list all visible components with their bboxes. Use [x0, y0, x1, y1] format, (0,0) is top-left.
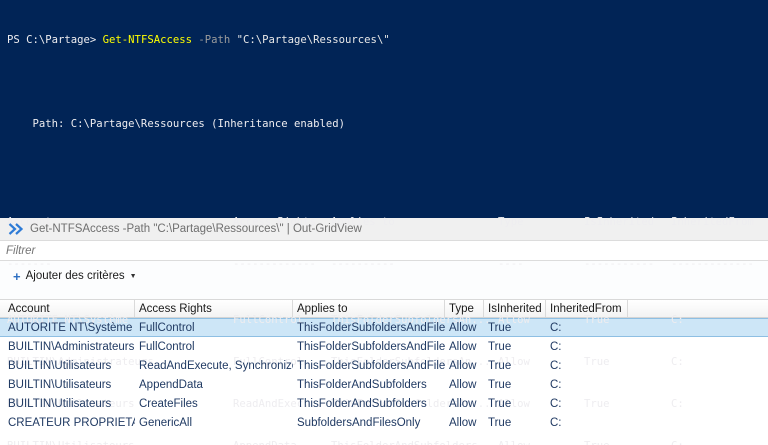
filter-bar	[0, 240, 768, 261]
grid-cell: BUILTIN\Utilisateurs	[8, 397, 112, 410]
grid-cell: Allow	[449, 340, 477, 353]
console-cell: C:	[671, 398, 684, 410]
powershell-console[interactable]: PS C:\Partage> Get-NTFSAccess -Path "C:\…	[0, 0, 768, 445]
console-header-cell: InheritedFrom	[671, 216, 754, 228]
grid-cell: BUILTIN\Utilisateurs	[8, 359, 112, 372]
cmdlet-name: Get-NTFSAccess	[102, 34, 199, 46]
grid-cell: AppendData	[139, 378, 203, 391]
console-cell: True	[584, 439, 671, 445]
console-cell: AppendData	[233, 439, 331, 445]
console-cell: BUILTIN\Utilisateurs	[7, 439, 233, 445]
grid-cell: SubfoldersAndFilesOnly	[297, 416, 421, 429]
console-cell: ThisFolderAndSubfolders	[331, 439, 498, 445]
grid-cell: AUTORITE NT\Système	[8, 321, 133, 334]
grid-cell: C:	[550, 340, 562, 353]
plus-icon: +	[13, 268, 21, 284]
console-path-info: Path: C:\Partage\Ressources (Inheritance…	[7, 118, 346, 130]
prompt: PS C:\Partage>	[7, 34, 103, 46]
grid-cell: Allow	[449, 416, 477, 429]
grid-cell: C:	[550, 416, 562, 429]
grid-cell: Allow	[449, 359, 477, 372]
column-header-isinherited[interactable]: IsInherited	[484, 300, 546, 317]
powershell-gridview-icon	[8, 223, 23, 235]
column-header-inheritedfrom[interactable]: InheritedFrom	[546, 300, 628, 317]
grid-cell: C:	[550, 321, 562, 334]
grid-cell: BUILTIN\Administrateurs	[8, 340, 135, 353]
grid-cell: True	[488, 359, 512, 372]
grid-cell: Allow	[449, 397, 477, 410]
cmdlet-argument: "C:\Partage\Ressources\"	[236, 34, 390, 46]
grid-cell: ReadAndExecute, Synchronize	[139, 359, 293, 372]
column-header-account[interactable]: Account	[0, 300, 135, 317]
column-header-type[interactable]: Type	[445, 300, 484, 317]
grid-row[interactable]: BUILTIN\Utilisateurs AppendData ThisFold…	[0, 375, 768, 394]
chevron-down-icon: ▼	[129, 272, 137, 280]
grid-cell: C:	[550, 359, 562, 372]
grid-cell: True	[488, 416, 512, 429]
grid-cell: True	[488, 378, 512, 391]
window-title: Get-NTFSAccess -Path "C:\Partage\Ressour…	[30, 223, 362, 235]
column-header-filler	[628, 300, 768, 317]
grid-cell: FullControl	[139, 340, 195, 353]
grid-cell: Allow	[449, 321, 477, 334]
grid-row[interactable]: BUILTIN\Administrateurs FullControl This…	[0, 337, 768, 356]
grid-cell: ThisFolderAndSubfolders	[297, 397, 427, 410]
console-table-row: BUILTIN\Utilisateurs AppendData ThisFold…	[7, 439, 768, 445]
grid-cell: Allow	[449, 378, 477, 391]
grid-cell: True	[488, 340, 512, 353]
console-command-line: PS C:\Partage> Get-NTFSAccess -Path "C:\…	[7, 33, 768, 47]
add-criteria-label: Ajouter des critères	[25, 270, 125, 282]
console-cell: C:	[671, 356, 684, 368]
console-cell: Allow	[498, 439, 584, 445]
grid-cell: True	[488, 397, 512, 410]
grid-cell: ThisFolderSubfoldersAndFiles	[297, 359, 445, 372]
grid-cell: FullControl	[139, 321, 195, 334]
grid-header-row: Account Access Rights Applies to Type Is…	[0, 300, 768, 318]
grid-cell: ThisFolderSubfoldersAndFiles	[297, 340, 445, 353]
grid-cell: CREATEUR PROPRIETAIRE	[8, 416, 135, 429]
grid-cell: CreateFiles	[139, 397, 198, 410]
cmdlet-parameter: -Path	[198, 34, 237, 46]
grid-cell: C:	[550, 378, 562, 391]
grid-cell: True	[488, 321, 512, 334]
console-header-cell: IsInherited	[584, 216, 655, 228]
grid-cell: BUILTIN\Utilisateurs	[8, 378, 112, 391]
add-criteria-button[interactable]: + Ajouter des critères ▼	[6, 267, 144, 285]
grid-cell: ThisFolderSubfoldersAndFiles	[297, 321, 445, 334]
column-header-access-rights[interactable]: Access Rights	[135, 300, 293, 317]
grid-row[interactable]: CREATEUR PROPRIETAIRE GenericAll Subfold…	[0, 413, 768, 432]
filter-input[interactable]	[0, 241, 768, 261]
grid-cell: C:	[550, 397, 562, 410]
console-cell: C:	[671, 439, 768, 445]
grid-cell: ThisFolderAndSubfolders	[297, 378, 427, 391]
column-header-applies-to[interactable]: Applies to	[293, 300, 445, 317]
grid-cell: GenericAll	[139, 416, 193, 429]
console-header-cell: Type	[498, 216, 524, 228]
